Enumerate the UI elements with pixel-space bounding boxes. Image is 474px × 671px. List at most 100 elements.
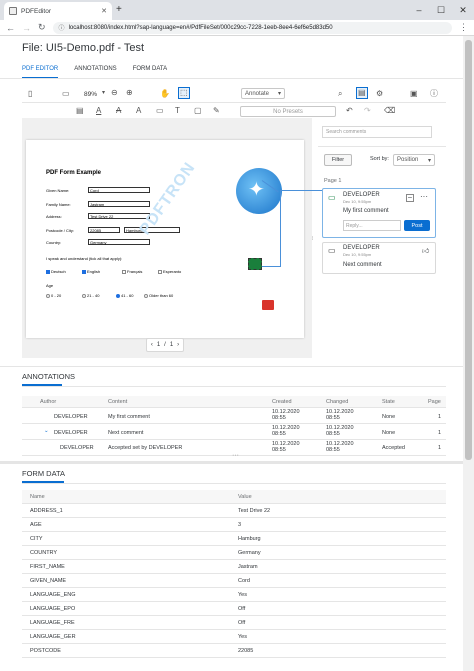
info-circle-icon[interactable]: ⓘ xyxy=(430,89,438,99)
language-question: I speak and understand (tick all that ap… xyxy=(46,256,123,261)
cell-value: Yes xyxy=(238,591,247,598)
underline-tool-icon[interactable]: A xyxy=(96,106,101,116)
scrollbar-thumb[interactable] xyxy=(465,40,472,460)
minimize-icon[interactable]: – xyxy=(408,0,430,20)
resize-handle-icon[interactable]: ⁞ xyxy=(312,236,313,242)
pen-tool-icon[interactable]: ✎ xyxy=(213,106,220,116)
note-annotation-red-icon[interactable] xyxy=(262,300,274,310)
table-row[interactable]: COUNTRY Germany xyxy=(22,546,446,560)
table-row[interactable]: ADDRESS_1 Test Drive 22 xyxy=(22,504,446,518)
eraser-icon[interactable]: ⌫ xyxy=(384,106,395,116)
lang-deutsch[interactable]: Deutsch xyxy=(46,269,66,274)
text-tool-icon[interactable]: T xyxy=(175,106,180,116)
cell-name: CITY xyxy=(30,535,43,542)
lang-francais[interactable]: Français xyxy=(122,269,142,274)
table-row[interactable]: POSTCODE 22085 xyxy=(22,644,446,658)
table-row[interactable]: FIRST_NAME Jastram xyxy=(22,560,446,574)
browser-menu-icon[interactable]: ⋮ xyxy=(459,22,468,33)
page-total: 1 xyxy=(169,342,174,348)
select-tool-icon[interactable]: ⬚ xyxy=(178,87,190,99)
connector-line xyxy=(281,190,323,191)
table-row[interactable]: GIVEN_NAME Cord xyxy=(22,574,446,588)
age-option[interactable]: 41 - 60 xyxy=(116,293,133,298)
shape-tool-icon[interactable]: ▢ xyxy=(194,106,202,116)
age-option[interactable]: 21 - 40 xyxy=(82,293,99,298)
zoom-in-icon[interactable]: ⊕ xyxy=(126,88,133,98)
browser-tab[interactable]: PDFEditor ✕ xyxy=(4,2,112,20)
status-icon[interactable]: – xyxy=(406,194,414,202)
resize-handle-icon[interactable]: ··· xyxy=(232,452,239,459)
post-button[interactable]: Post xyxy=(404,220,430,231)
age-option[interactable]: 0 - 20 xyxy=(46,293,61,298)
comments-panel-icon[interactable]: ▤ xyxy=(356,87,368,99)
table-row[interactable]: LANGUAGE_ENG Yes xyxy=(22,588,446,602)
cell-changed: 10.12.2020 08:55 xyxy=(326,441,354,453)
table-row[interactable]: LANGUAGE_GER Yes xyxy=(22,630,446,644)
url-field[interactable]: ⓘ localhost:8080/index.html?sap-language… xyxy=(52,21,452,34)
more-options-icon[interactable]: ··· xyxy=(420,192,428,201)
page-favicon-icon xyxy=(9,7,17,15)
forward-icon[interactable]: → xyxy=(22,23,31,33)
age-option-label: 21 - 40 xyxy=(87,293,100,298)
undo-icon[interactable]: ↶ xyxy=(346,106,353,116)
page-view-icon[interactable]: ▭ xyxy=(62,89,70,99)
highlight-tool-icon[interactable]: ▤ xyxy=(76,106,84,116)
reply-input[interactable]: Reply... xyxy=(343,220,401,231)
cell-value: Test Drive 22 xyxy=(238,507,271,514)
given-name-field[interactable]: Cord xyxy=(88,187,150,193)
expand-chevron-icon[interactable]: ⌄ xyxy=(44,428,49,434)
zoom-out-icon[interactable]: ⊖ xyxy=(111,88,118,98)
comment-text: Next comment xyxy=(343,262,382,268)
cell-state: None xyxy=(382,430,396,436)
page-current[interactable]: 1 xyxy=(157,342,160,348)
table-row[interactable]: LANGUAGE_FRE Off xyxy=(22,616,446,630)
column-header: Name xyxy=(30,493,45,500)
squiggly-tool-icon[interactable]: A xyxy=(136,106,141,116)
strikeout-tool-icon[interactable]: A xyxy=(116,106,121,116)
cell-page: 1 xyxy=(438,414,442,420)
note-annotation-green-icon[interactable] xyxy=(248,258,262,270)
presets-box[interactable]: No Presets xyxy=(240,106,336,117)
thumbs-up-icon[interactable]: 👍︎ xyxy=(422,246,429,255)
prev-page-icon[interactable]: ‹ xyxy=(151,342,153,348)
pdf-field-label: Postcode / City: xyxy=(46,228,75,233)
table-row[interactable]: AGE 3 xyxy=(22,518,446,532)
cell-page: 1 xyxy=(438,430,442,436)
age-option[interactable]: Older than 60 xyxy=(144,293,173,298)
zoom-level[interactable]: 89% xyxy=(84,90,97,100)
redo-icon[interactable]: ↷ xyxy=(364,106,371,116)
comments-search-input[interactable]: Search comments xyxy=(322,126,432,138)
cell-changed: 10.12.2020 08:55 xyxy=(326,425,354,437)
close-tab-icon[interactable]: ✕ xyxy=(101,7,107,15)
postcode-field[interactable]: 22085 xyxy=(88,227,120,233)
table-row[interactable]: LANGUAGE_EPO Off xyxy=(22,602,446,616)
maximize-icon[interactable]: ☐ xyxy=(430,0,452,20)
lang-esperanto[interactable]: Esperanto xyxy=(158,269,181,274)
table-row[interactable]: CITY Hamburg xyxy=(22,532,446,546)
back-icon[interactable]: ← xyxy=(6,23,15,33)
search-icon[interactable]: ⌕ xyxy=(338,89,342,99)
family-name-field[interactable]: Jastram xyxy=(88,201,150,207)
cell-name: LANGUAGE_GER xyxy=(30,633,76,640)
reload-icon[interactable]: ↻ xyxy=(38,22,46,33)
pan-tool-icon[interactable]: ✋ xyxy=(160,89,170,99)
sort-select[interactable]: Position ▾ xyxy=(393,154,435,166)
page-title: File: UI5-Demo.pdf - Test xyxy=(22,42,145,54)
age-option-label: Older than 60 xyxy=(149,293,174,298)
save-icon[interactable]: ▣ xyxy=(410,89,418,99)
country-field[interactable]: Germany xyxy=(88,239,150,245)
filter-button[interactable]: Filter xyxy=(324,154,352,166)
zoom-dropdown-icon[interactable]: ▾ xyxy=(102,88,105,98)
new-tab-button[interactable]: + xyxy=(116,4,122,15)
settings-icon[interactable]: ⚙ xyxy=(376,89,383,99)
next-page-icon[interactable]: › xyxy=(177,342,179,348)
cell-value: Jastram xyxy=(238,563,258,570)
sticky-note-icon[interactable]: ▭ xyxy=(156,106,164,116)
close-window-icon[interactable]: ✕ xyxy=(452,0,474,20)
cell-created: 10.12.2020 08:55 xyxy=(272,441,300,453)
lang-english[interactable]: English xyxy=(82,269,100,274)
mode-select[interactable]: Annotate ▾ xyxy=(241,88,285,99)
address-field[interactable]: Test Drive 22 xyxy=(88,213,150,219)
sidebar-toggle-icon[interactable]: ▯ xyxy=(28,89,32,99)
cell-name: POSTCODE xyxy=(30,647,61,654)
